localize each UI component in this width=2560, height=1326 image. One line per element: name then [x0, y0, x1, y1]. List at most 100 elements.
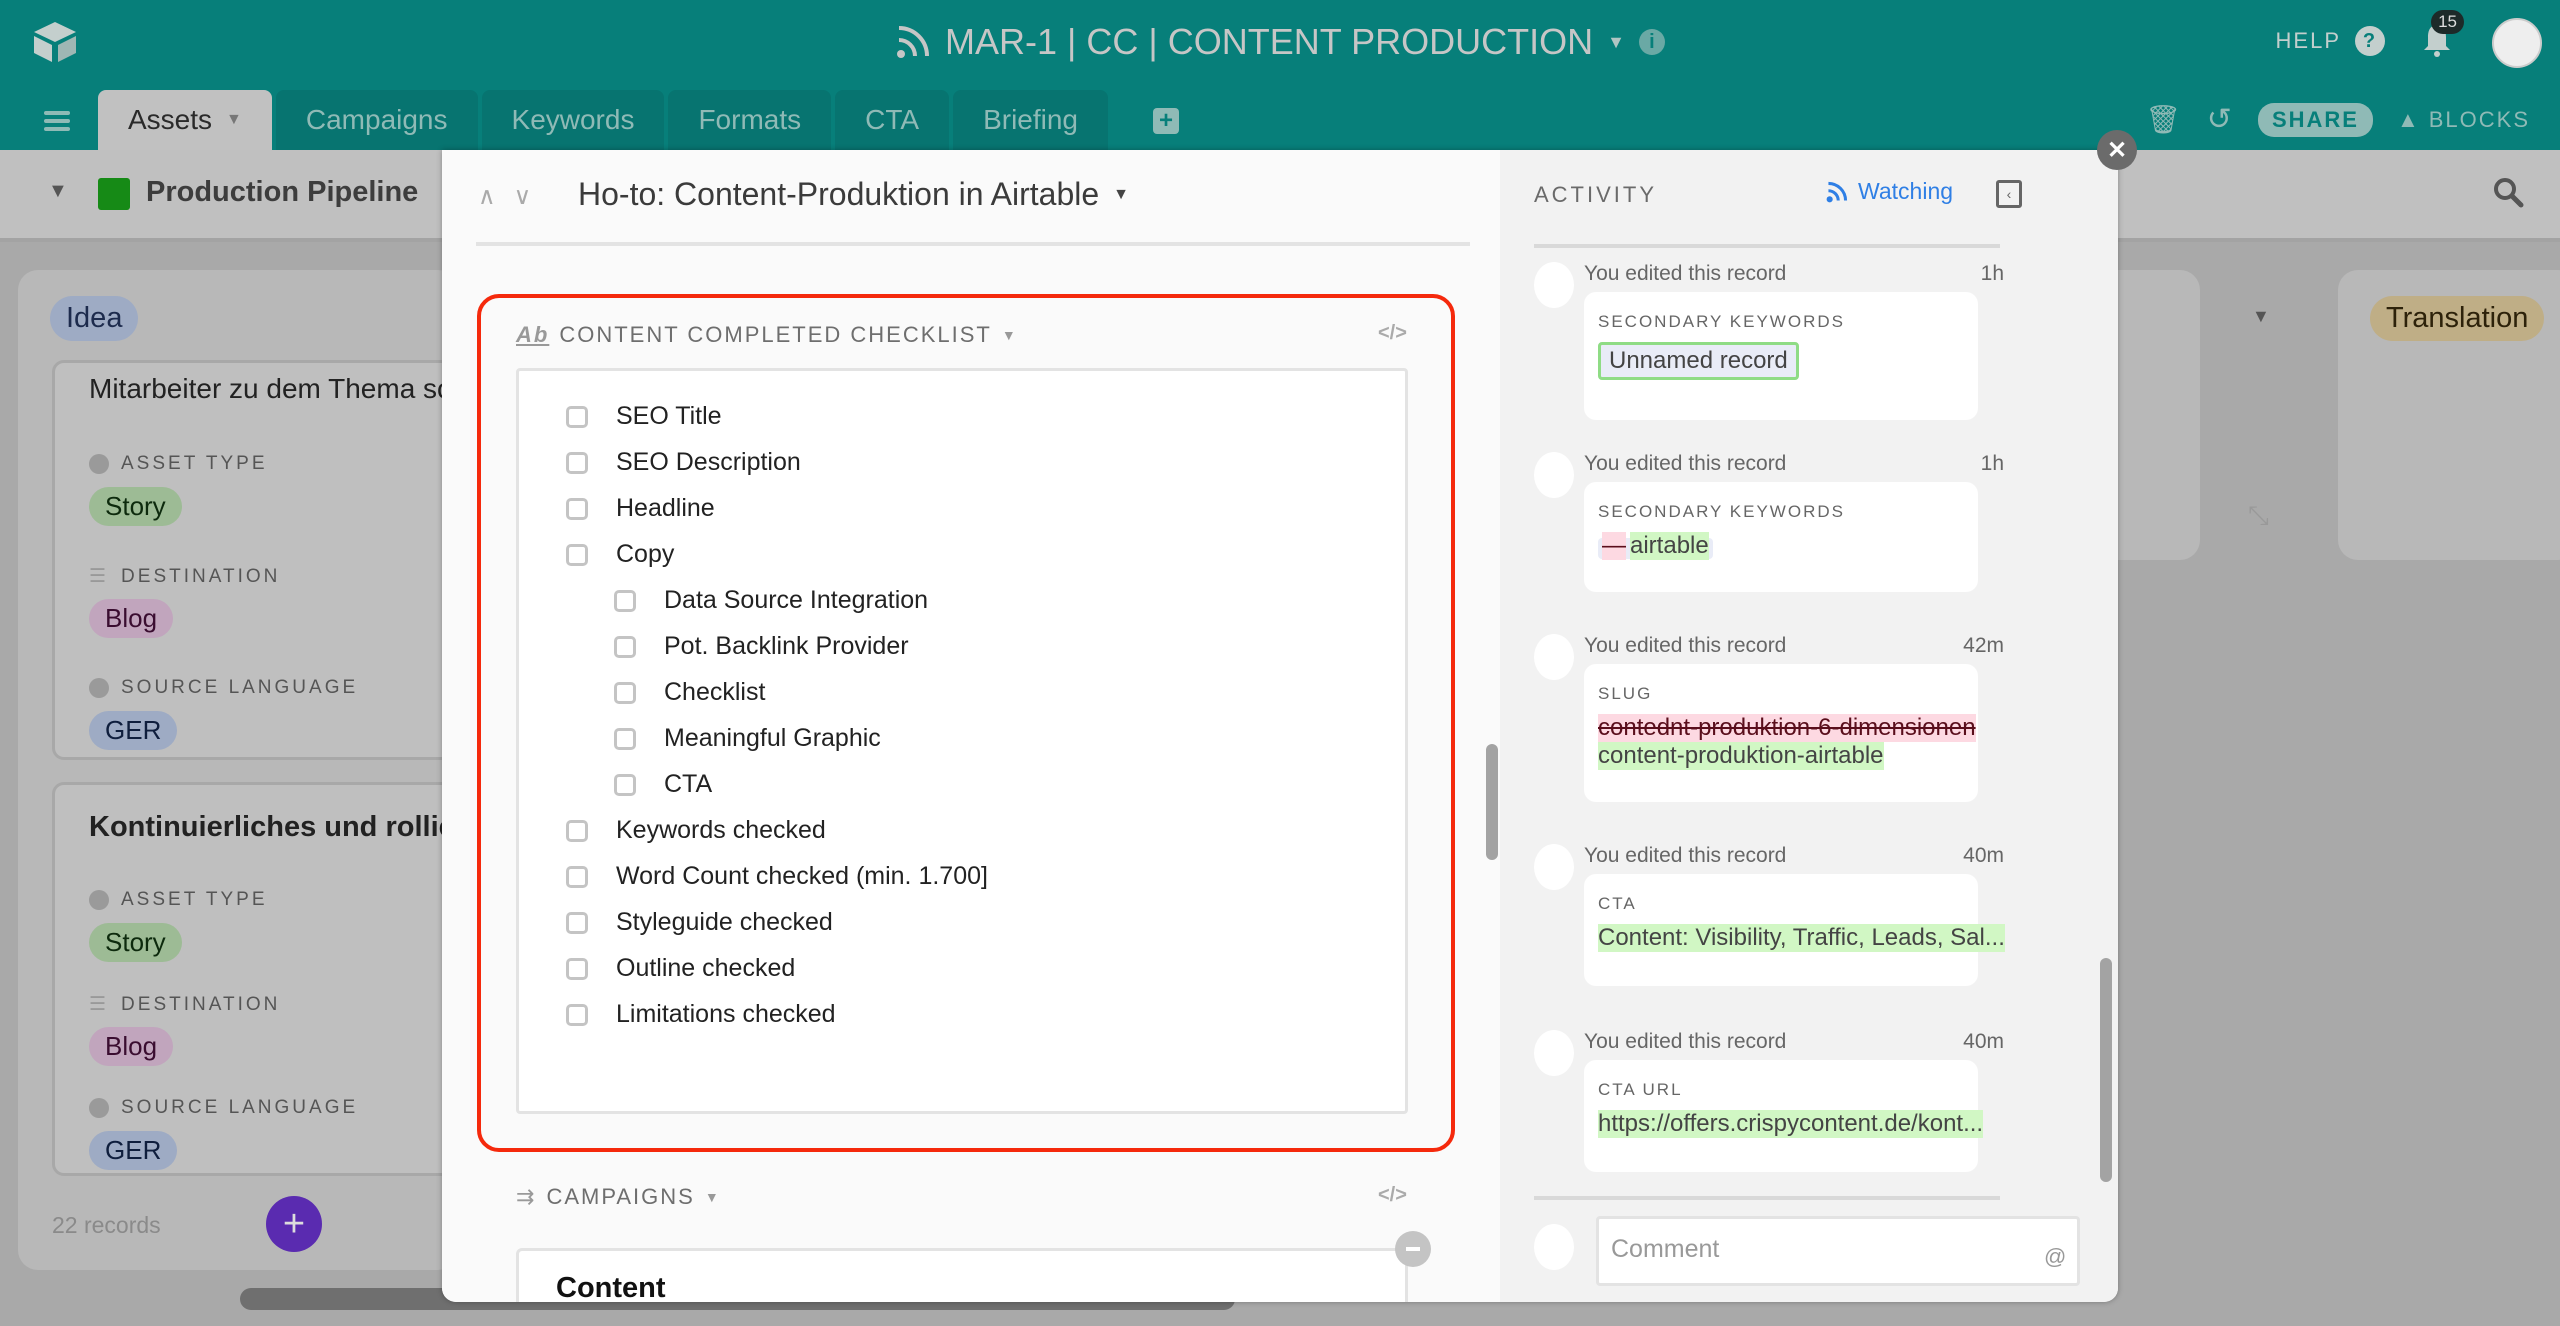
single-select-icon	[89, 678, 109, 698]
checklist-item[interactable]: Checklist	[614, 678, 765, 707]
checkbox[interactable]	[566, 405, 588, 428]
view-name[interactable]: Production Pipeline	[146, 176, 418, 209]
checkbox[interactable]	[566, 497, 588, 520]
rss-icon	[1826, 181, 1848, 202]
help-button[interactable]: HELP ?	[2276, 26, 2385, 56]
user-avatar[interactable]	[2492, 18, 2542, 68]
add-table-button[interactable]: +	[1153, 107, 1179, 134]
kanban-view-icon	[98, 178, 130, 210]
chevron-down-icon[interactable]: ▼	[226, 111, 242, 129]
campaign-name: Content	[556, 1272, 666, 1302]
collapse-panel-icon[interactable]: ‹	[1996, 180, 2022, 208]
watching-toggle[interactable]: Watching	[1826, 178, 1953, 205]
checkbox[interactable]	[614, 681, 636, 704]
checklist-item[interactable]: Word Count checked (min. 1.700]	[566, 862, 988, 891]
chevron-down-icon[interactable]: ▼	[1607, 32, 1625, 53]
mention-button[interactable]: @	[2044, 1244, 2066, 1270]
history-icon[interactable]: ↺	[2207, 102, 2234, 137]
field-label: ☰ DESTINATION	[89, 993, 281, 1016]
base-title[interactable]: MAR-1 | CC | CONTENT PRODUCTION ▼ i	[0, 0, 2560, 84]
activity-scrollbar[interactable]	[2100, 958, 2112, 1182]
chevron-down-icon[interactable]: ▼	[1113, 186, 1129, 204]
checkbox[interactable]	[614, 635, 636, 658]
source-language-pill: GER	[89, 1131, 178, 1170]
user-avatar	[1534, 844, 1574, 890]
checkbox[interactable]	[566, 819, 588, 842]
added-value[interactable]: Unnamed record	[1598, 342, 1799, 380]
checklist-item[interactable]: CTA	[614, 770, 712, 799]
tab-label: CTA	[865, 104, 920, 135]
field-label-text: CONTENT COMPLETED CHECKLIST	[559, 322, 992, 347]
tab-label: Campaigns	[305, 104, 448, 135]
checkbox[interactable]	[566, 865, 588, 888]
tab-keywords[interactable]: Keywords	[481, 90, 665, 150]
checklist-item[interactable]: Pot. Backlink Provider	[614, 632, 909, 661]
linked-record-icon: ⇉	[516, 1184, 537, 1209]
tab-assets[interactable]: Assets ▼	[98, 90, 272, 150]
changed-field-name: SECONDARY KEYWORDS	[1598, 312, 1845, 331]
checklist-item[interactable]: Meaningful Graphic	[614, 724, 881, 753]
chevron-down-icon[interactable]: ▼	[2252, 306, 2270, 327]
chevron-down-icon[interactable]: ▼	[1002, 327, 1018, 343]
collapse-column-icon[interactable]: ⤡	[2248, 500, 2276, 530]
record-expanded-modal: ∧ ∨ Ho-to: Content-Produktion in Airtabl…	[442, 150, 2118, 1302]
checkbox[interactable]	[614, 727, 636, 750]
kanban-card[interactable]: Mitarbeiter zu dem Thema schu ASSET TYPE…	[52, 360, 482, 760]
added-value: Content: Visibility, Traffic, Leads, Sal…	[1598, 924, 2005, 952]
divider	[1534, 244, 2000, 248]
checklist-item[interactable]: Headline	[566, 494, 715, 523]
checklist-item[interactable]: Copy	[566, 540, 674, 569]
blocks-button[interactable]: ▲ BLOCKS	[2397, 107, 2530, 133]
chevron-down-icon[interactable]: ▼	[48, 180, 68, 203]
changed-field-name: CTA URL	[1598, 1080, 1683, 1099]
checklist-item[interactable]: Data Source Integration	[614, 586, 928, 615]
record-title[interactable]: Ho-to: Content-Produktion in Airtable ▼	[578, 176, 1129, 213]
comment-input[interactable]: Comment	[1596, 1216, 2080, 1286]
field-label: SOURCE LANGUAGE	[89, 677, 358, 699]
chevron-down-icon[interactable]: ∨	[514, 182, 532, 211]
checklist-item[interactable]: Keywords checked	[566, 816, 826, 845]
trash-icon[interactable]: 🗑	[2145, 103, 2183, 136]
checkbox[interactable]	[566, 957, 588, 980]
tab-label: Keywords	[511, 104, 635, 135]
single-select-icon	[89, 1098, 109, 1118]
tab-cta[interactable]: CTA	[835, 90, 950, 150]
checklist-item[interactable]: SEO Title	[566, 402, 722, 431]
checkbox[interactable]	[566, 1003, 588, 1026]
checkbox[interactable]	[614, 589, 636, 612]
activity-text: You edited this record	[1584, 1030, 1787, 1053]
card-title: Mitarbeiter zu dem Thema schu	[89, 373, 483, 404]
embed-code-icon[interactable]: </>	[1378, 322, 1407, 345]
record-title-text: Ho-to: Content-Produktion in Airtable	[578, 176, 1100, 212]
kanban-card[interactable]: Kontinuierliches und rollie ASSET TYPE S…	[52, 782, 472, 1176]
remove-link-button[interactable]	[1395, 1231, 1431, 1267]
tab-briefing[interactable]: Briefing	[953, 90, 1108, 150]
added-value: content-produktion-airtable	[1598, 742, 1884, 770]
activity-time: 1h	[1980, 452, 2004, 475]
chevron-up-icon[interactable]: ∧	[478, 182, 496, 211]
changed-field-name: SLUG	[1598, 684, 1653, 703]
activity-title: ACTIVITY	[1534, 182, 1658, 207]
checklist-item[interactable]: SEO Description	[566, 448, 801, 477]
tab-formats[interactable]: Formats	[668, 90, 832, 150]
embed-code-icon[interactable]: </>	[1378, 1184, 1407, 1207]
close-modal-button[interactable]: ✕	[2097, 130, 2137, 170]
hamburger-menu-icon[interactable]	[44, 110, 70, 132]
info-icon[interactable]: i	[1638, 29, 1665, 55]
share-button[interactable]: SHARE	[2257, 102, 2373, 137]
fields-scrollbar[interactable]	[1486, 744, 1498, 860]
checkbox[interactable]	[566, 911, 588, 934]
tab-campaigns[interactable]: Campaigns	[275, 90, 478, 150]
checkbox[interactable]	[614, 773, 636, 796]
field-label-checklist[interactable]: Ab CONTENT COMPLETED CHECKLIST ▼	[516, 322, 1018, 348]
search-icon[interactable]	[2492, 176, 2524, 208]
checkbox[interactable]	[566, 451, 588, 474]
checklist-item[interactable]: Limitations checked	[566, 1000, 836, 1029]
add-record-button[interactable]: +	[266, 1196, 322, 1252]
field-label-campaigns[interactable]: ⇉ CAMPAIGNS ▼	[516, 1184, 721, 1210]
checklist-item[interactable]: Styleguide checked	[566, 908, 833, 937]
checklist-item[interactable]: Outline checked	[566, 954, 795, 983]
checklist-item-label: Limitations checked	[616, 1000, 836, 1028]
checkbox[interactable]	[566, 543, 588, 566]
chevron-down-icon[interactable]: ▼	[705, 1189, 721, 1205]
